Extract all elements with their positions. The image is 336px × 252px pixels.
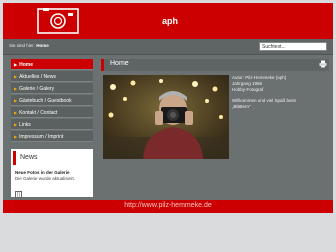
sidebar-item-label: Gästebuch / Guestbook: [19, 98, 72, 104]
breadcrumb-prefix: Sie sind hier:: [9, 43, 36, 48]
news-heading: News: [13, 151, 93, 165]
top-bar: Sie sind hier: Home: [3, 39, 333, 55]
welcome-block: Willkommen und viel Spaß beim „Blättern“: [232, 98, 328, 110]
page-title: Home: [110, 60, 129, 67]
print-icon[interactable]: [319, 60, 327, 68]
site-title: aph: [161, 16, 178, 26]
arrow-icon: ▶: [14, 110, 18, 115]
sidebar-nav: ▶ Home ▶ Aktuelles / News ▶ Galerie / Galer…: [11, 59, 93, 143]
sidebar-item-label: Impressum / Imprint: [19, 134, 64, 140]
news-item-text: Die Galerie wurde aktualisiert.: [15, 176, 76, 181]
search-input[interactable]: [259, 42, 327, 51]
news-more-link[interactable]: []: [15, 191, 23, 198]
breadcrumb: Sie sind hier: Home: [9, 43, 49, 48]
sidebar-item-label: Galerie / Galery: [19, 86, 55, 92]
site-footer: http://www.pilz-hemmeke.de: [3, 200, 333, 213]
content-header: Home: [101, 59, 329, 71]
arrow-icon: ▶: [14, 134, 18, 139]
arrow-icon: ▶: [14, 98, 18, 103]
sidebar-item-label: Home: [19, 62, 33, 68]
sidebar-item-label: Kontakt / Contact: [19, 110, 58, 116]
sidebar-item-guestbook[interactable]: ▶ Gästebuch / Guestbook: [11, 95, 93, 106]
intro-block: Autor: Pilz-Hemmeke (aph) Jahrgang 1956 …: [232, 75, 328, 93]
page-wrapper: aph Sie sind hier: Home ▶Home ▶Aktuelles…: [3, 3, 333, 213]
site-header: aph: [3, 3, 333, 39]
sidebar-item-links[interactable]: ▶ Links: [11, 119, 93, 130]
sidebar-item-contact[interactable]: ▶ Kontakt / Contact: [11, 107, 93, 118]
welcome-line: „Blättern“: [232, 104, 251, 109]
sidebar-item-gallery[interactable]: ▶ Galerie / Galery: [11, 83, 93, 94]
intro-text: Autor: Pilz-Hemmeke (aph) Jahrgang 1956 …: [232, 75, 328, 115]
footer-url-link[interactable]: http://www.pilz-hemmeke.de: [3, 202, 333, 209]
sidebar-item-label: Links: [19, 122, 31, 128]
sidebar-item-home[interactable]: ▶ Home: [11, 59, 93, 70]
arrow-icon: ▶: [14, 86, 18, 91]
arrow-icon: ▶: [14, 74, 18, 79]
sidebar-item-imprint[interactable]: ▶ Impressum / Imprint: [11, 131, 93, 142]
arrow-icon: ▶: [14, 62, 18, 67]
intro-line: Hobby-Fotograf: [232, 87, 264, 92]
news-box: News Neue Fotos in der Galerie Die Galer…: [11, 149, 93, 198]
sidebar-item-news[interactable]: ▶ Aktuelles / News: [11, 71, 93, 82]
news-item-title[interactable]: Neue Fotos in der Galerie: [11, 165, 93, 175]
self-portrait-photo: [103, 75, 229, 159]
arrow-icon: ▶: [14, 122, 18, 127]
sidebar-item-label: Aktuelles / News: [19, 74, 57, 80]
breadcrumb-current[interactable]: Home: [36, 43, 49, 48]
